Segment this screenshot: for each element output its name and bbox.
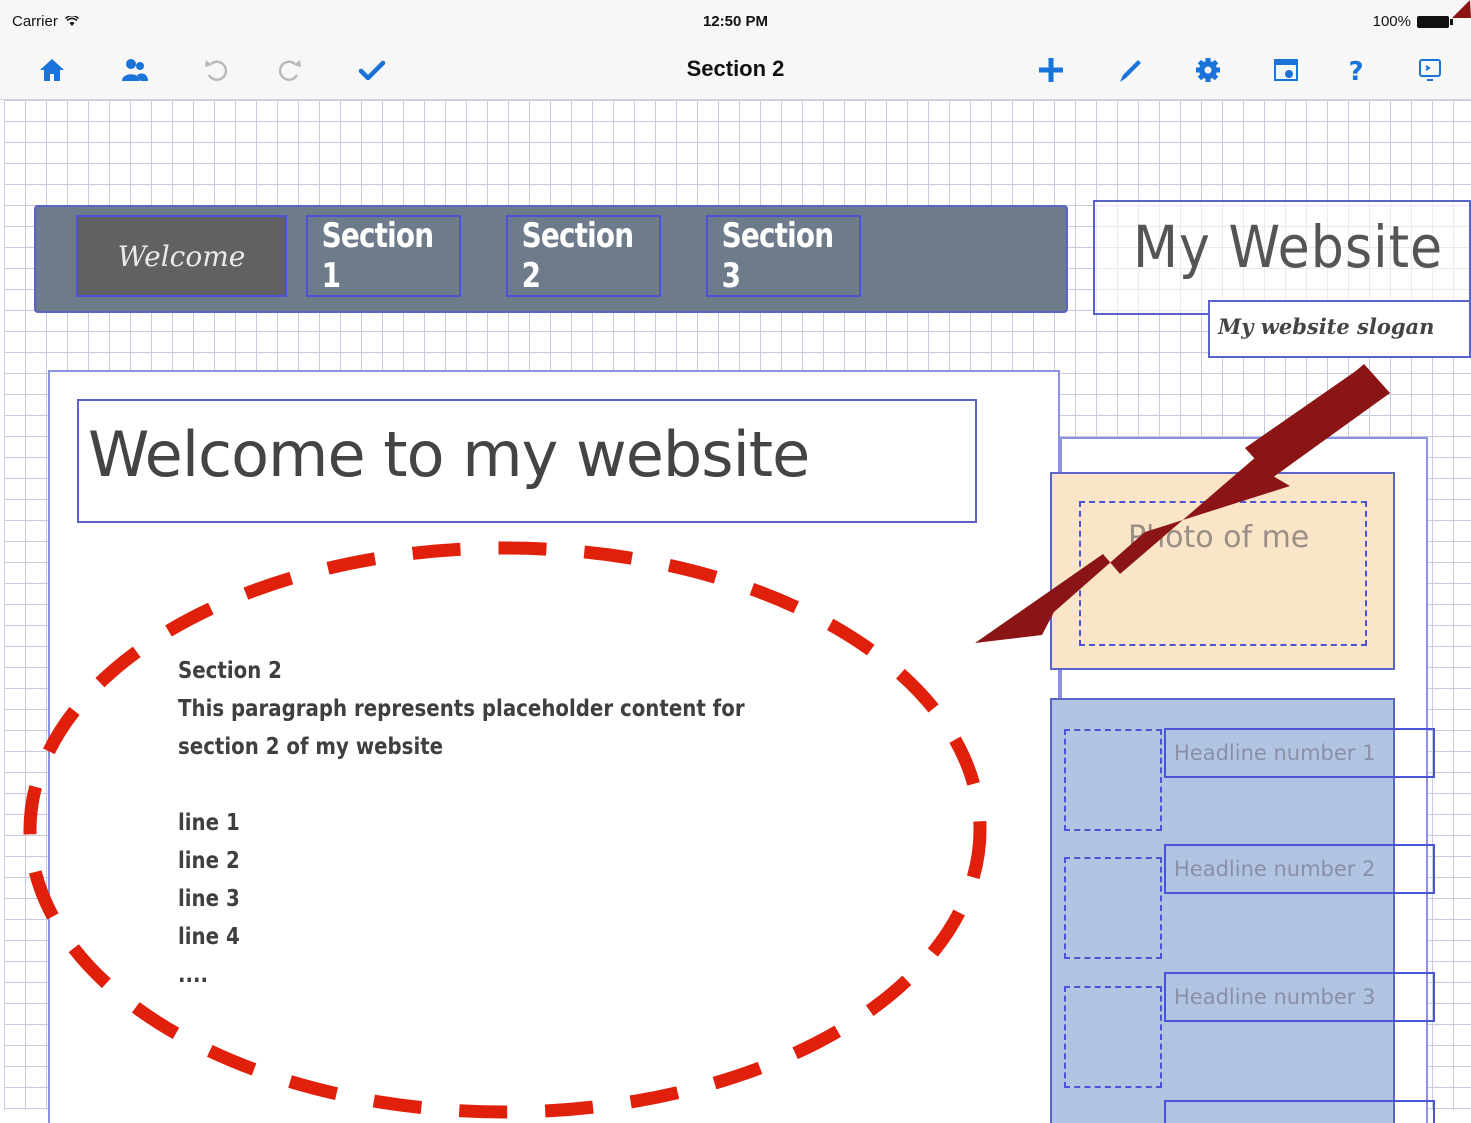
content-line: .... [178, 962, 209, 988]
headline-thumbnail[interactable] [1064, 986, 1162, 1088]
gear-icon[interactable] [1188, 50, 1228, 90]
nav-item-label: Section 1 [321, 216, 434, 296]
toolbar: Section 2 ? [0, 40, 1471, 100]
content-line: line 4 [178, 924, 240, 950]
nav-item-section-1[interactable]: Section 1 [306, 215, 461, 297]
headline-box-1[interactable]: Headline number 1 [1164, 728, 1435, 778]
battery-indicator: 100% [1372, 13, 1453, 30]
nav-item-welcome[interactable]: Welcome [76, 215, 287, 297]
battery-percent: 100% [1372, 13, 1411, 30]
headline-box-4[interactable] [1164, 1100, 1435, 1123]
site-title[interactable]: My Website [1133, 213, 1443, 281]
clock: 12:50 PM [702, 13, 769, 30]
headline-thumbnail[interactable] [1064, 729, 1162, 831]
content-line: line 3 [178, 886, 240, 912]
preview-icon[interactable] [1266, 50, 1306, 90]
users-icon[interactable] [114, 50, 154, 90]
plus-icon[interactable] [1031, 50, 1071, 90]
content-paragraph: This paragraph represents placeholder co… [178, 696, 745, 760]
redo-icon[interactable] [270, 50, 310, 90]
headline-text: Headline number 2 [1174, 857, 1376, 881]
nav-item-label: Section 3 [721, 216, 834, 296]
nav-item-section-3[interactable]: Section 3 [706, 215, 861, 297]
nav-item-section-2[interactable]: Section 2 [506, 215, 661, 297]
status-bar: Carrier 12:50 PM 100% [0, 0, 1471, 40]
publish-icon[interactable] [1410, 50, 1450, 90]
nav-item-label: Section 2 [521, 216, 634, 296]
pen-icon[interactable] [1110, 50, 1150, 90]
battery-icon [1417, 15, 1453, 28]
nav-item-label: Welcome [117, 239, 246, 273]
content-title: Section 2 [178, 658, 282, 684]
headline-box-2[interactable]: Headline number 2 [1164, 844, 1435, 894]
svg-text:?: ? [1348, 57, 1363, 85]
content-line: line 2 [178, 848, 240, 874]
section-content[interactable]: Section 2 This paragraph represents plac… [178, 652, 780, 994]
site-slogan[interactable]: My website slogan [1218, 314, 1434, 339]
content-line: line 1 [178, 810, 240, 836]
checkmark-icon[interactable] [352, 50, 392, 90]
headline-box-3[interactable]: Headline number 3 [1164, 972, 1435, 1022]
headline-text: Headline number 3 [1174, 985, 1376, 1009]
home-icon[interactable] [32, 50, 72, 90]
undo-icon[interactable] [196, 50, 236, 90]
headline-text: Headline number 1 [1174, 741, 1376, 765]
site-nav-bar[interactable]: Welcome Section 1 Section 2 Section 3 [34, 205, 1068, 313]
welcome-heading[interactable]: Welcome to my website [88, 418, 810, 491]
headline-thumbnail[interactable] [1064, 857, 1162, 959]
photo-label: Photo of me [1128, 520, 1310, 555]
help-icon[interactable]: ? [1336, 50, 1376, 90]
